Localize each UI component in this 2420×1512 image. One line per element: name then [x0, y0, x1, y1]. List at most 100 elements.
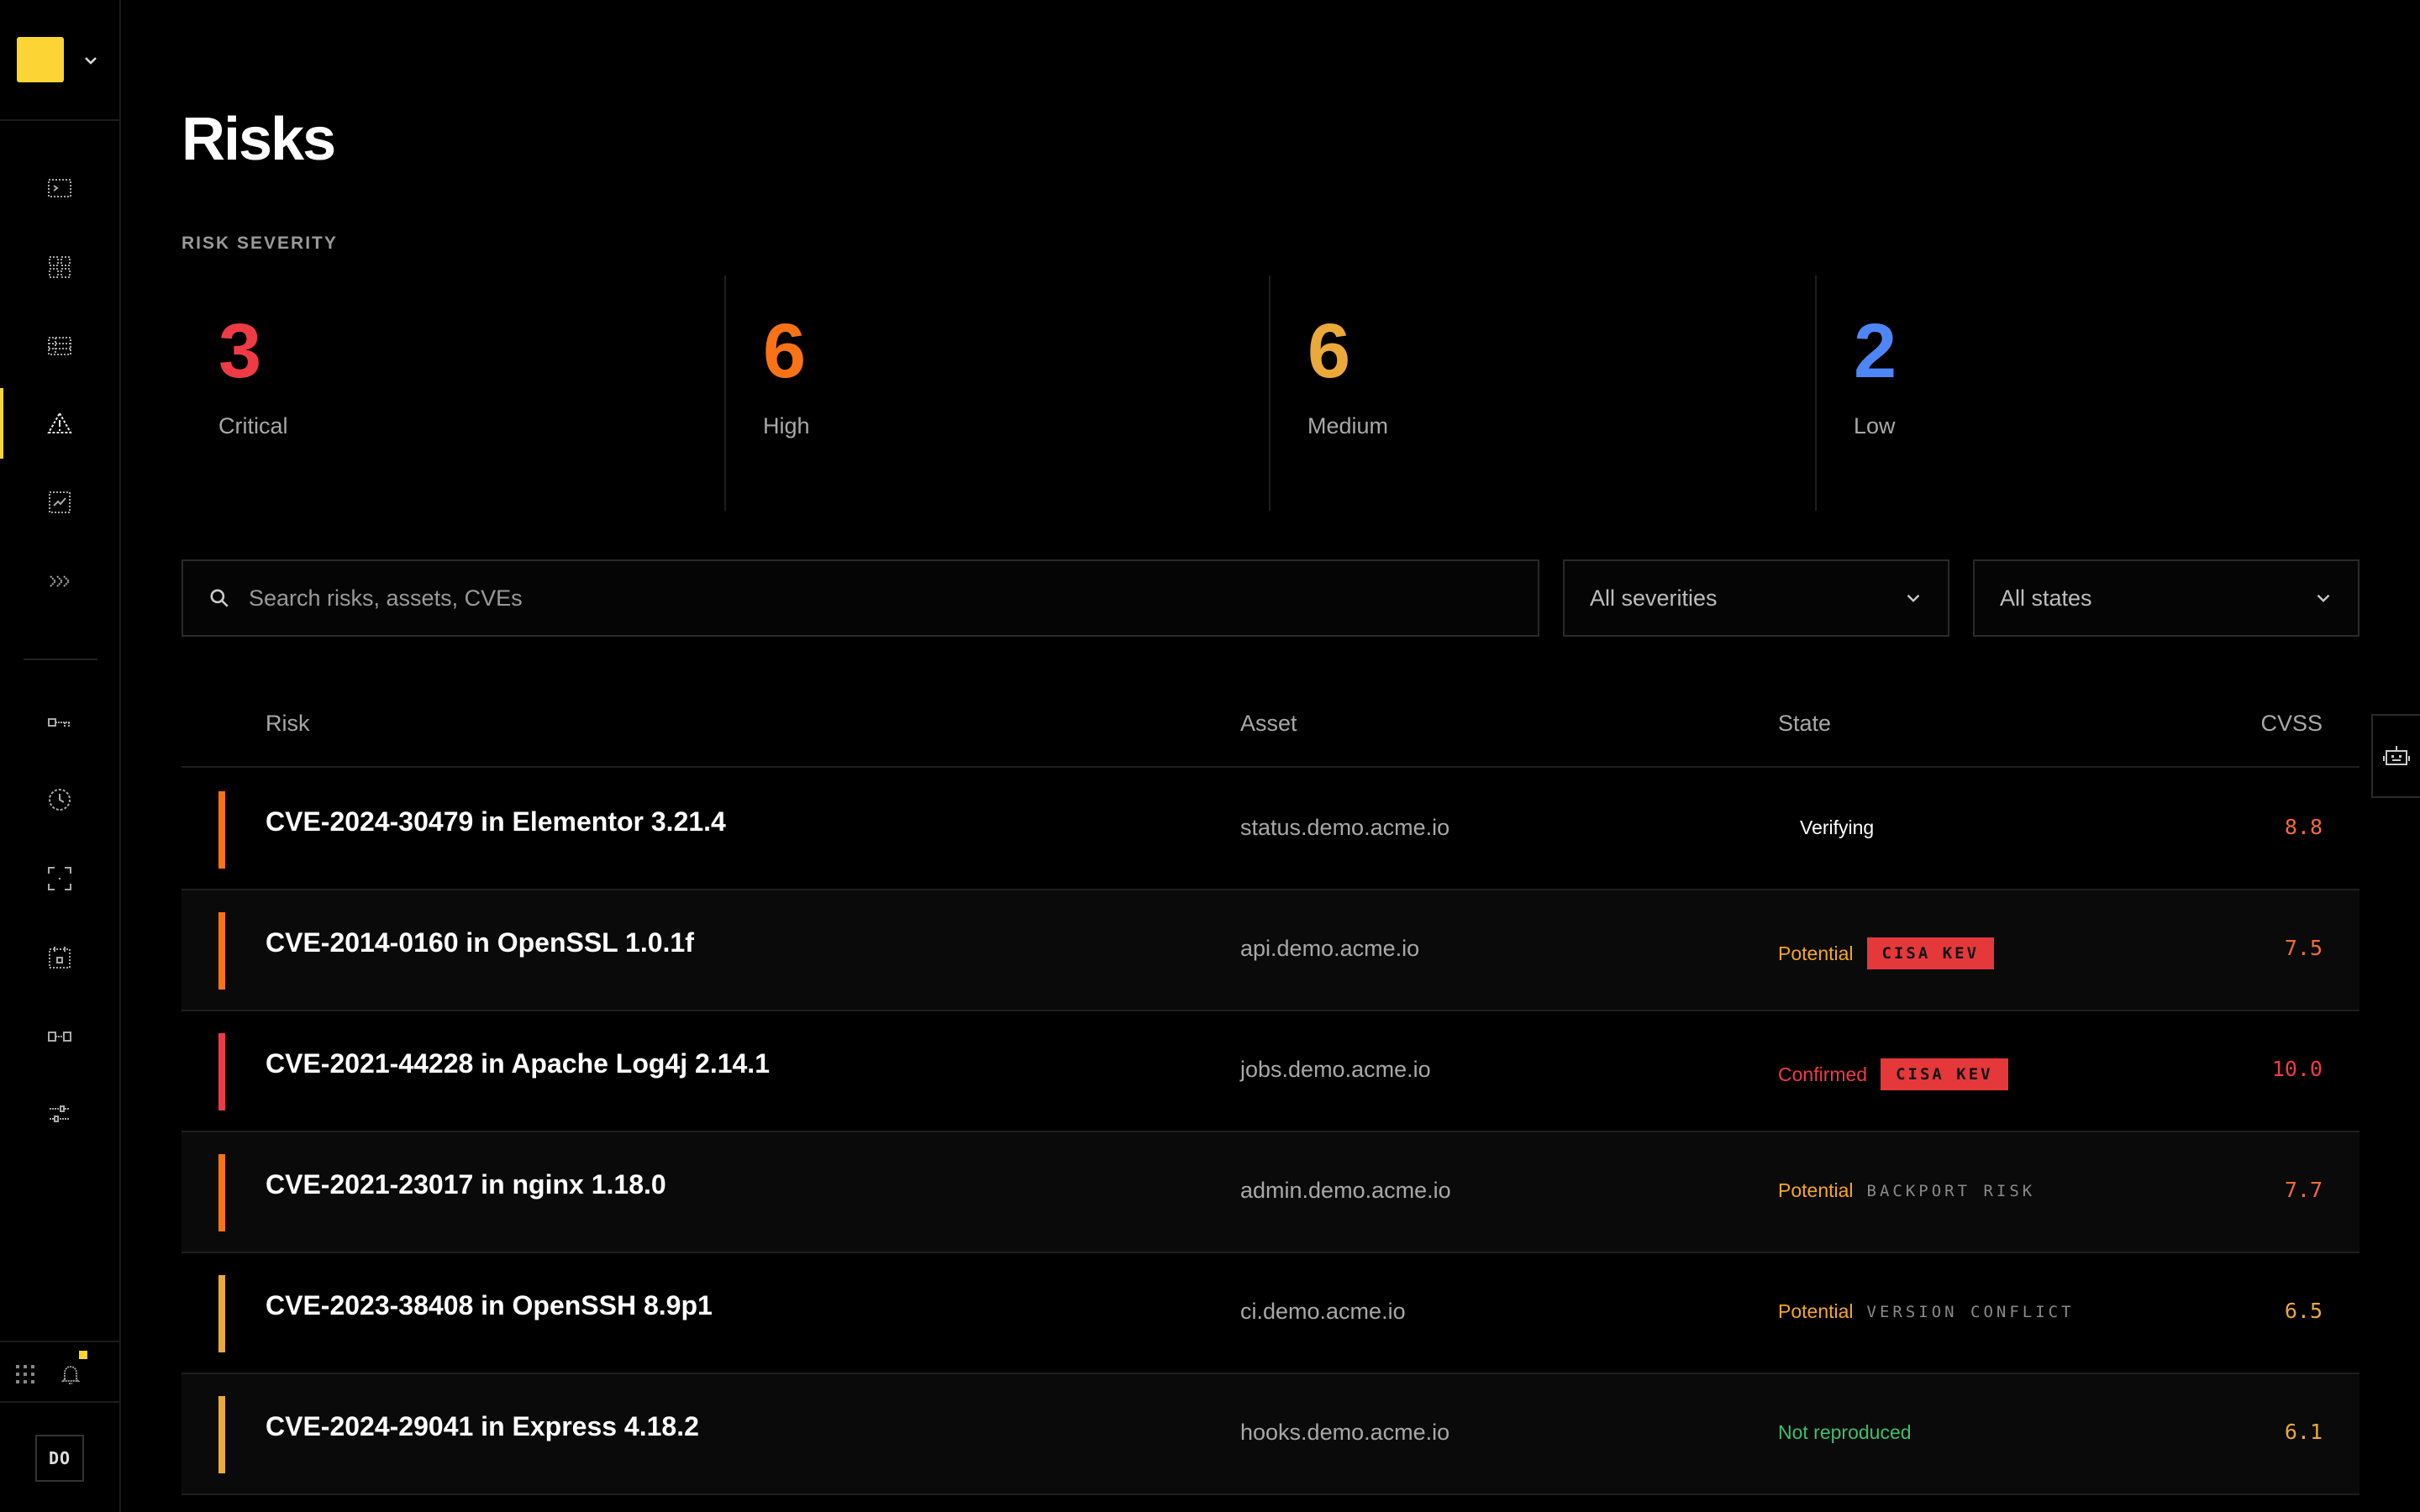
severity-label: Low	[1854, 413, 1896, 438]
state-label: Potential	[1778, 942, 1854, 964]
risk-title[interactable]: CVE-2023-38408 in OpenSSH 8.9p1	[266, 1290, 713, 1321]
sidebar: DO	[0, 0, 121, 1512]
state-label: Potential	[1778, 1300, 1854, 1322]
severity-card-high[interactable]: 6 High	[726, 276, 1270, 511]
cvss-score: 7.7	[2284, 1178, 2323, 1202]
assistant-panel-toggle[interactable]	[2371, 714, 2420, 798]
severity-card-low[interactable]: 2 Low	[1817, 276, 2361, 511]
asset-host: api.demo.acme.io	[1240, 936, 1420, 961]
risk-title[interactable]: CVE-2024-29041 in Express 4.18.2	[266, 1411, 699, 1442]
bell-icon	[60, 1366, 81, 1384]
risk-state: Not reproduced	[1778, 1421, 1912, 1444]
table-row[interactable]: CVE-2024-30479 in Elementor 3.21.4 status…	[182, 769, 2360, 890]
severity-filter-select[interactable]: All severities	[1563, 559, 1949, 637]
column-header-asset[interactable]: Asset	[1240, 711, 1297, 737]
nav-keys[interactable]	[0, 685, 119, 759]
notification-indicator	[79, 1351, 87, 1359]
chevron-down-icon	[85, 57, 97, 65]
severity-label: Medium	[1307, 413, 1389, 438]
severity-indicator	[218, 791, 225, 869]
nav-reports[interactable]	[0, 465, 119, 539]
cisa-kev-badge: CISA KEV	[1866, 937, 1995, 969]
risk-state: Verifying	[1800, 816, 1874, 839]
workspace-logo	[17, 37, 64, 82]
severity-count: 6	[763, 308, 807, 394]
state-label: Confirmed	[1778, 1063, 1868, 1085]
notifications-button[interactable]	[54, 1357, 87, 1391]
chart-check-icon	[49, 491, 71, 513]
severity-label: High	[763, 413, 810, 438]
asset-host: admin.demo.acme.io	[1240, 1178, 1451, 1203]
table-row[interactable]: CVE-2021-44228 in Apache Log4j 2.14.1 job…	[182, 1011, 2360, 1132]
state-label: Potential	[1778, 1179, 1854, 1201]
nav-risks[interactable]	[0, 386, 119, 460]
nav-integrations[interactable]	[0, 1000, 119, 1074]
apps-button[interactable]	[8, 1357, 42, 1391]
nav-calendar[interactable]	[0, 921, 119, 995]
user-avatar[interactable]: DO	[35, 1435, 84, 1482]
cvss-score: 10.0	[2271, 1057, 2323, 1081]
severity-count: 3	[218, 308, 262, 394]
risk-title[interactable]: CVE-2024-30479 in Elementor 3.21.4	[266, 806, 726, 837]
chevrons-right-icon	[50, 575, 71, 587]
search-box[interactable]	[182, 559, 1539, 637]
nav-pipelines[interactable]	[0, 544, 119, 618]
cvss-score: 6.5	[2284, 1299, 2323, 1323]
chevron-down-icon	[1907, 594, 1920, 602]
state-filter-value: All states	[2000, 585, 2092, 611]
risk-title[interactable]: CVE-2021-23017 in nginx 1.18.0	[266, 1169, 666, 1200]
workspace-switcher[interactable]	[0, 0, 119, 121]
asset-host: jobs.demo.acme.io	[1240, 1057, 1431, 1082]
table-icon	[48, 337, 71, 355]
risk-title[interactable]: CVE-2014-0160 in OpenSSL 1.0.1f	[266, 927, 694, 958]
sidebar-divider	[0, 1341, 119, 1342]
chevron-down-icon	[2317, 594, 2330, 602]
column-header-cvss[interactable]: CVSS	[2260, 711, 2323, 737]
nav-settings[interactable]	[0, 1077, 119, 1151]
nav-inventory[interactable]	[0, 309, 119, 383]
severity-indicator	[218, 912, 225, 990]
table-header: Risk Asset State CVSS	[182, 689, 2360, 768]
severity-filter-value: All severities	[1590, 585, 1718, 611]
severity-card-medium[interactable]: 6 Medium	[1270, 276, 1815, 511]
table-row[interactable]: CVE-2023-38408 in OpenSSH 8.9p1 ci.demo.a…	[182, 1253, 2360, 1374]
apps-grid-icon	[16, 1365, 34, 1383]
calendar-icon	[49, 947, 71, 969]
risk-state: Potential CISA KEV	[1778, 937, 1995, 969]
risk-state: Confirmed CISA KEV	[1778, 1058, 2008, 1090]
robot-icon	[2383, 746, 2410, 765]
cvss-score: 7.5	[2284, 936, 2323, 960]
risk-tag: VERSION CONFLICT	[1866, 1302, 2075, 1321]
risk-title[interactable]: CVE-2021-44228 in Apache Log4j 2.14.1	[266, 1048, 770, 1079]
nav-history[interactable]	[0, 763, 119, 837]
state-label: Verifying	[1800, 816, 1875, 838]
nav-dashboard[interactable]	[0, 230, 119, 304]
severity-count: 2	[1854, 308, 1897, 394]
severity-indicator	[218, 1033, 225, 1110]
asset-host: ci.demo.acme.io	[1240, 1299, 1406, 1324]
state-filter-select[interactable]: All states	[1973, 559, 2360, 637]
asset-host: hooks.demo.acme.io	[1240, 1420, 1450, 1445]
state-label: Not reproduced	[1778, 1421, 1912, 1443]
search-input[interactable]	[249, 585, 1425, 612]
grid-icon	[49, 256, 71, 278]
column-header-risk[interactable]: Risk	[266, 711, 310, 737]
scan-frame-icon	[48, 867, 71, 890]
page-title: Risks	[182, 106, 336, 173]
terminal-icon	[48, 179, 71, 197]
risk-state: Potential BACKPORT RISK	[1778, 1179, 2035, 1202]
cvss-score: 8.8	[2284, 815, 2323, 839]
severity-card-critical[interactable]: 3 Critical	[182, 276, 726, 511]
column-header-state[interactable]: State	[1778, 711, 1831, 737]
nav-terminal[interactable]	[0, 151, 119, 225]
link-icon	[48, 1032, 71, 1042]
severity-section-label: RISK SEVERITY	[182, 234, 338, 253]
search-icon	[210, 589, 229, 607]
nav-scan[interactable]	[0, 842, 119, 916]
severity-indicator	[218, 1396, 225, 1473]
table-row[interactable]: CVE-2024-29041 in Express 4.18.2 hooks.de…	[182, 1374, 2360, 1495]
cisa-kev-badge: CISA KEV	[1881, 1058, 2008, 1090]
table-row[interactable]: CVE-2021-23017 in nginx 1.18.0 admin.demo…	[182, 1132, 2360, 1253]
table-row[interactable]: CVE-2014-0160 in OpenSSL 1.0.1f api.demo.…	[182, 890, 2360, 1011]
key-icon	[48, 718, 71, 727]
